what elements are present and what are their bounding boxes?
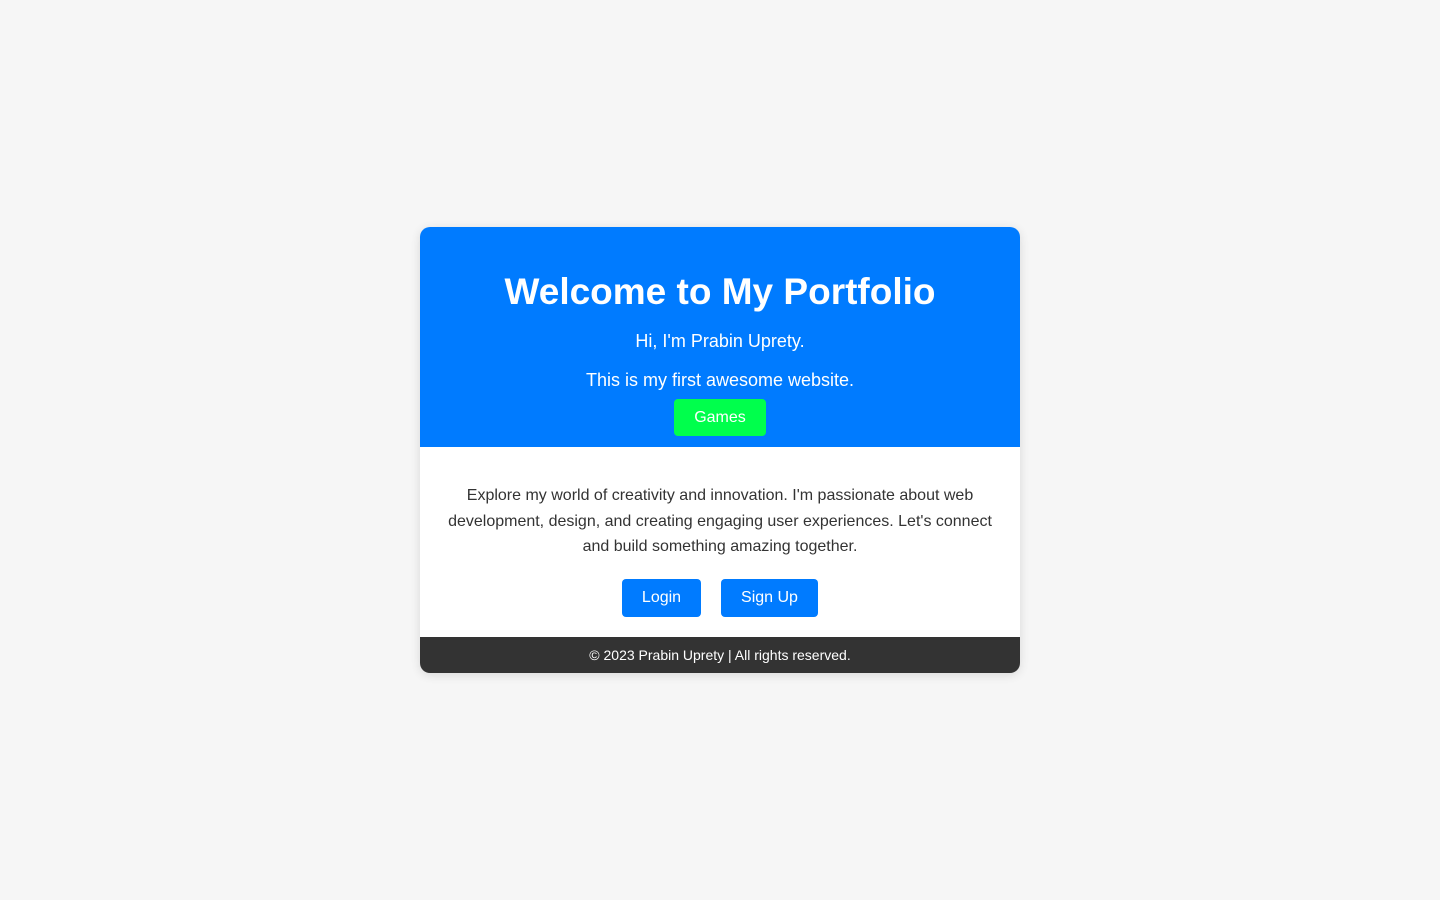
page-title: Welcome to My Portfolio xyxy=(504,271,936,312)
greeting-text: Hi, I'm Prabin Uprety. xyxy=(635,331,805,351)
tagline-text: This is my first awesome website. xyxy=(585,370,855,390)
footer: © 2023 Prabin Uprety | All rights reserv… xyxy=(420,637,1020,673)
games-button[interactable]: Games xyxy=(674,399,766,436)
main-content: Explore my world of creativity and innov… xyxy=(420,447,1020,637)
signup-button[interactable]: Sign Up xyxy=(721,579,818,617)
hero-header: Welcome to My Portfolio Hi, I'm Prabin U… xyxy=(420,227,1020,447)
portfolio-card: Welcome to My Portfolio Hi, I'm Prabin U… xyxy=(420,227,1020,673)
copyright-text: © 2023 Prabin Uprety | All rights reserv… xyxy=(589,647,851,663)
login-button[interactable]: Login xyxy=(622,579,701,617)
intro-text: Explore my world of creativity and innov… xyxy=(448,487,992,555)
